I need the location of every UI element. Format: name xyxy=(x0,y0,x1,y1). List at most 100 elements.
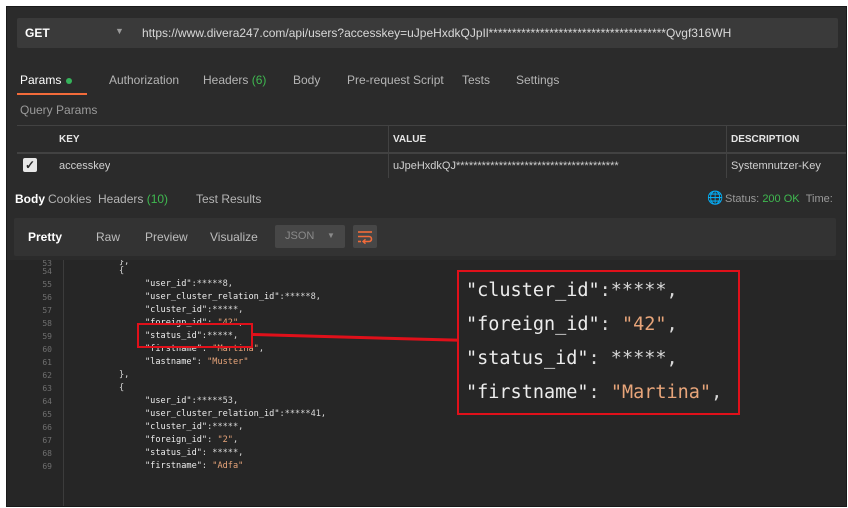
code-line: "user_cluster_relation_id":*****41, xyxy=(145,409,326,419)
globe-icon[interactable]: 🌐 xyxy=(707,190,723,206)
code-line: "lastname": "Muster" xyxy=(145,357,249,367)
code-line: "user_cluster_relation_id":*****8, xyxy=(145,292,321,302)
line-number: 57 xyxy=(42,306,52,315)
format-select-value: JSON xyxy=(285,230,315,242)
tab-tests[interactable]: Tests xyxy=(462,73,490,87)
response-status: Status: 200 OK Time: xyxy=(725,193,833,205)
json-key: "status_id" xyxy=(466,348,589,369)
chevron-down-icon[interactable]: ▼ xyxy=(115,26,124,36)
raw-button[interactable]: Raw xyxy=(96,230,120,244)
json-value: :*****53, xyxy=(191,396,239,406)
param-description-cell[interactable]: Systemnutzer-Key xyxy=(731,154,821,178)
json-colon: : xyxy=(196,357,208,367)
http-method-select[interactable]: GET xyxy=(25,26,50,40)
query-params-title: Query Params xyxy=(20,103,98,117)
json-comma: , xyxy=(666,314,678,335)
json-key: "user_id" xyxy=(145,396,192,406)
wrap-lines-icon xyxy=(358,231,373,245)
line-number: 55 xyxy=(42,280,52,289)
line-number: 60 xyxy=(42,345,52,354)
json-colon: : xyxy=(207,435,218,445)
code-line: "cluster_id":*****, xyxy=(145,422,243,432)
preview-button[interactable]: Preview xyxy=(145,230,188,244)
line-number: 62 xyxy=(42,371,52,380)
tab-params[interactable]: Params xyxy=(20,73,73,87)
json-key: "foreign_id" xyxy=(466,314,600,335)
json-key: "foreign_id" xyxy=(145,435,208,445)
table-header-row: KEY VALUE DESCRIPTION xyxy=(17,125,846,153)
line-number: 64 xyxy=(42,397,52,406)
param-enabled-checkbox[interactable]: ✓ xyxy=(23,158,37,172)
tab-authorization[interactable]: Authorization xyxy=(109,73,179,87)
json-value: :*****8, xyxy=(191,279,233,289)
column-header-key: KEY xyxy=(59,133,80,145)
json-value: :*****8, xyxy=(279,292,321,302)
json-key: "cluster_id" xyxy=(466,280,600,301)
response-tab-bar: Body Cookies Headers (10) Test Results 🌐… xyxy=(7,187,846,211)
format-select[interactable]: JSON ▼ xyxy=(275,225,345,248)
json-key: "firstname" xyxy=(466,382,589,403)
code-line: "status_id": *****, xyxy=(145,448,243,458)
json-key: "firstname" xyxy=(145,461,202,471)
status-value: 200 OK xyxy=(762,193,800,205)
active-tab-underline xyxy=(17,93,87,95)
json-string: "Adfa" xyxy=(212,461,244,471)
url-input[interactable] xyxy=(142,19,832,47)
params-active-dot-icon xyxy=(66,77,73,84)
code-line: "user_id":*****53, xyxy=(145,396,238,406)
json-key: "cluster_id" xyxy=(145,422,208,432)
json-string: "2" xyxy=(217,435,233,445)
line-number: 58 xyxy=(42,319,52,328)
json-value: :*****, xyxy=(207,422,244,432)
query-params-table: KEY VALUE DESCRIPTION ✓ accesskey uJpeHx… xyxy=(17,125,846,178)
column-header-value: VALUE xyxy=(393,133,427,145)
chevron-down-icon: ▼ xyxy=(327,231,335,240)
json-string: "Muster" xyxy=(207,357,249,367)
wrap-lines-button[interactable] xyxy=(353,225,377,248)
json-key: "cluster_id" xyxy=(145,305,208,315)
column-divider xyxy=(388,126,389,152)
line-number: 54 xyxy=(42,267,52,276)
zoom-line: "foreign_id": "42", xyxy=(466,314,678,335)
json-comma: , xyxy=(711,382,723,403)
line-number: 67 xyxy=(42,436,52,445)
tab-headers[interactable]: Headers (6) xyxy=(203,73,266,87)
line-number: 69 xyxy=(42,462,52,471)
code-line: "foreign_id": "2", xyxy=(145,435,238,445)
json-comma: , xyxy=(258,344,265,354)
column-divider xyxy=(388,154,389,178)
code-line: { xyxy=(119,266,125,276)
visualize-button[interactable]: Visualize xyxy=(210,230,258,244)
highlight-box xyxy=(137,323,253,348)
tab-headers-count: (6) xyxy=(251,73,267,87)
tab-response-headers-count: (10) xyxy=(146,192,169,206)
tab-body[interactable]: Body xyxy=(293,73,320,87)
json-colon: : xyxy=(588,382,611,403)
response-body-viewer[interactable]: 53 }, 54 { 55 "user_id":*****8, 56 "user… xyxy=(7,260,846,506)
line-number: 68 xyxy=(42,449,52,458)
zoom-callout-box: "cluster_id":*****, "foreign_id": "42", … xyxy=(457,270,740,415)
tab-pre-request-script[interactable]: Pre-request Script xyxy=(347,73,444,87)
code-line: "user_id":*****8, xyxy=(145,279,233,289)
line-number: 61 xyxy=(42,358,52,367)
tab-response-headers[interactable]: Headers (10) xyxy=(98,192,168,206)
tab-response-body[interactable]: Body xyxy=(15,192,45,206)
tab-settings[interactable]: Settings xyxy=(516,73,559,87)
tab-response-cookies[interactable]: Cookies xyxy=(48,192,91,206)
callout-connector-line xyxy=(252,333,461,342)
pretty-button[interactable]: Pretty xyxy=(28,230,62,244)
tab-params-label: Params xyxy=(20,73,62,87)
json-value: :*****, xyxy=(207,305,244,315)
code-line: "cluster_id":*****, xyxy=(145,305,243,315)
param-value-cell[interactable]: uJpeHxdkQJ******************************… xyxy=(393,154,723,178)
tab-test-results[interactable]: Test Results xyxy=(196,192,261,206)
json-key: "user_cluster_relation_id" xyxy=(145,292,280,302)
table-row: ✓ accesskey uJpeHxdkQJ******************… xyxy=(17,153,846,178)
line-number: 63 xyxy=(42,384,52,393)
json-key: "user_id" xyxy=(145,279,192,289)
code-line: "firstname": "Adfa" xyxy=(145,461,243,471)
zoom-line: "status_id": *****, xyxy=(466,348,678,369)
param-key-cell[interactable]: accesskey xyxy=(59,154,110,178)
zoom-line: "firstname": "Martina", xyxy=(466,382,722,403)
time-label: Time: xyxy=(805,193,833,205)
